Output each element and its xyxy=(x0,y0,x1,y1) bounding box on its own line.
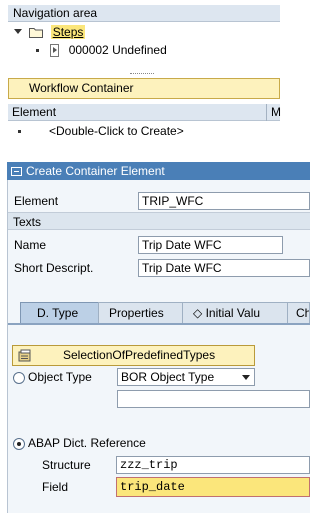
object-type-option[interactable]: Object Type xyxy=(13,368,92,386)
tree-node-step-000002[interactable]: 000002 Undefined xyxy=(8,41,280,59)
navigation-area-header: Navigation area xyxy=(8,5,280,22)
selection-of-predefined-types-button[interactable]: SelectionOfPredefinedTypes xyxy=(12,345,255,366)
structure-label: Structure xyxy=(42,458,91,472)
bullet-icon xyxy=(18,130,21,134)
step-icon xyxy=(50,44,60,58)
object-type-select-value[interactable]: BOR Object Type xyxy=(121,370,214,384)
selection-of-predefined-types-label[interactable]: SelectionOfPredefinedTypes xyxy=(63,346,215,365)
object-type-label[interactable]: Object Type xyxy=(28,370,92,384)
tab-properties[interactable]: Properties xyxy=(98,302,188,324)
tab-initial-value[interactable]: ◇ Initial Valu xyxy=(182,302,292,324)
tab-data-type[interactable]: D. Type xyxy=(20,302,104,324)
element-label: Element xyxy=(14,194,59,208)
structure-field[interactable]: zzz_trip xyxy=(116,456,310,474)
tab-underline xyxy=(8,323,310,325)
splitter-handle[interactable] xyxy=(130,73,154,75)
bullet-icon xyxy=(36,49,39,53)
container-table-header: Element M xyxy=(8,104,281,121)
container-create-row[interactable]: <Double-Click to Create> xyxy=(8,122,280,140)
element-field[interactable]: TRIP_WFC xyxy=(138,192,310,210)
tab-strip: D. Type Properties ◇ Initial Valu Ch xyxy=(8,302,310,324)
field-input[interactable]: trip_date xyxy=(116,477,310,497)
double-click-to-create-text[interactable]: <Double-Click to Create> xyxy=(49,124,184,138)
workflow-container-header: Workflow Container xyxy=(8,78,280,99)
object-type-select[interactable]: BOR Object Type xyxy=(117,368,255,386)
object-type-name-field[interactable] xyxy=(117,390,310,408)
abap-dict-reference-radio[interactable] xyxy=(13,437,25,450)
column-header-element: Element xyxy=(12,105,57,119)
tree-node-steps-label[interactable]: Steps xyxy=(50,25,86,39)
short-description-field[interactable]: Trip Date WFC xyxy=(138,259,310,277)
expand-triangle-icon[interactable] xyxy=(14,29,22,35)
folder-icon xyxy=(29,28,44,39)
tree-node-steps[interactable]: Steps xyxy=(8,23,280,41)
predefined-types-icon xyxy=(18,349,31,362)
chevron-down-icon[interactable] xyxy=(242,375,250,380)
field-label: Field xyxy=(42,480,69,494)
dialog-title: Create Container Element xyxy=(26,164,165,178)
object-type-radio[interactable] xyxy=(13,371,25,384)
dialog-title-bar: Create Container Element xyxy=(7,162,310,180)
abap-dict-reference-option[interactable]: ABAP Dict. Reference xyxy=(13,434,146,452)
column-separator[interactable] xyxy=(266,104,267,121)
column-header-m: M xyxy=(271,105,281,119)
name-label: Name xyxy=(14,238,47,252)
name-field[interactable]: Trip Date WFC xyxy=(138,236,283,254)
dialog-window-icon xyxy=(11,167,22,177)
abap-dict-reference-label[interactable]: ABAP Dict. Reference xyxy=(28,436,146,450)
tab-more[interactable]: Ch xyxy=(287,302,310,324)
texts-section-header: Texts xyxy=(8,212,310,230)
short-description-label: Short Descript. xyxy=(14,261,94,275)
tree-node-step-label[interactable]: 000002 Undefined xyxy=(69,43,167,57)
field-input-value[interactable]: trip_date xyxy=(120,479,185,495)
